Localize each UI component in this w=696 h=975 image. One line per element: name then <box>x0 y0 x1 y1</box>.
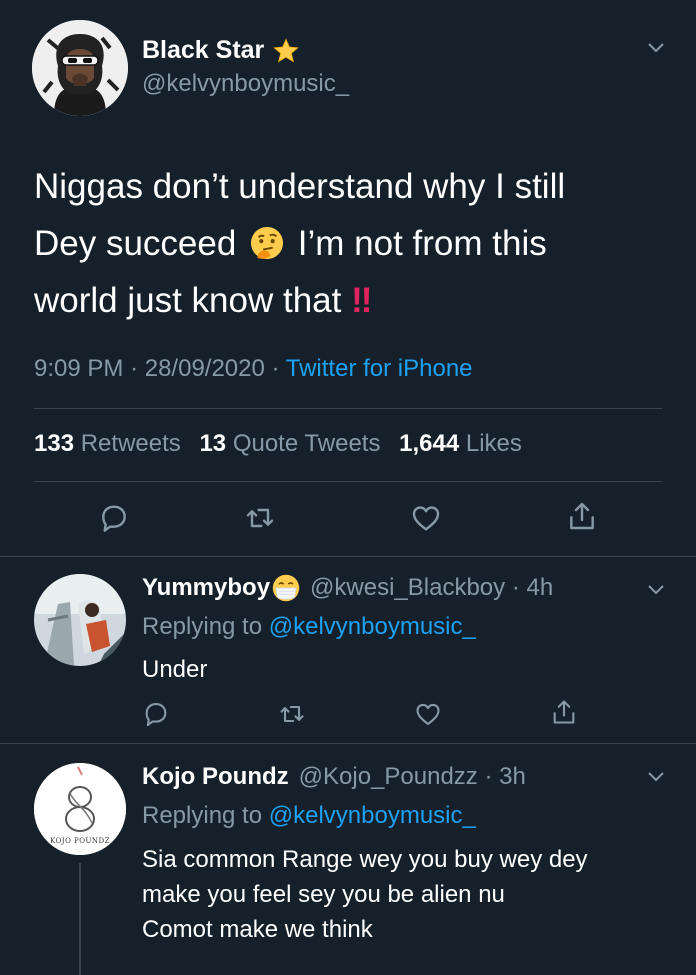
meta-separator: · <box>271 355 280 382</box>
tweet-date: 28/09/2020 <box>144 355 265 382</box>
tweet-text-segment: Dey succeed <box>34 224 237 263</box>
replying-to-prefix: Replying to <box>142 613 263 640</box>
avatar-photo <box>32 20 128 116</box>
divider <box>34 408 662 409</box>
avatar[interactable] <box>34 574 126 666</box>
thinking-emoji-icon <box>251 226 284 260</box>
replying-to: Replying to @kelvynboymusic_ <box>142 802 476 830</box>
main-tweet: Black Star @kelvynboymusic_ Niggas don’t… <box>0 0 696 558</box>
retweets-count: 133 <box>34 430 75 457</box>
likes-stat[interactable]: 1,644 Likes <box>399 430 522 457</box>
tweet-stats: 133 Retweets 13 Quote Tweets 1,644 Likes <box>34 430 522 458</box>
meta-separator: · <box>130 355 139 382</box>
replying-to-mention[interactable]: @kelvynboymusic_ <box>269 802 476 829</box>
tweet-meta: 9:09 PM · 28/09/2020 · Twitter for iPhon… <box>34 355 473 383</box>
quotes-stat[interactable]: 13 Quote Tweets <box>199 430 380 457</box>
reply-display-name[interactable]: Kojo Poundz <box>142 763 289 791</box>
likes-label: Likes <box>465 430 522 457</box>
quotes-count: 13 <box>199 430 227 457</box>
avatar-photo <box>34 574 126 666</box>
tweet-actions <box>0 498 696 542</box>
thread-connector-line <box>79 863 81 975</box>
double-exclamation-emoji: !! <box>351 281 372 320</box>
replying-to-mention[interactable]: @kelvynboymusic_ <box>269 613 476 640</box>
likes-count: 1,644 <box>399 430 460 457</box>
retweet-icon[interactable] <box>278 700 306 728</box>
avatar[interactable]: KOJO POUNDZ <box>34 763 126 855</box>
reply-icon[interactable] <box>98 502 130 534</box>
retweet-icon[interactable] <box>244 502 276 534</box>
replying-to-prefix: Replying to <box>142 802 263 829</box>
quotes-label: Quote Tweets <box>232 430 381 457</box>
tweet-text-segment: world just know that <box>34 281 342 320</box>
avatar[interactable] <box>32 20 128 116</box>
reply-handle-time[interactable]: @Kojo_Poundzz · 3h <box>299 763 526 791</box>
chevron-down-icon[interactable] <box>646 580 666 600</box>
retweets-label: Retweets <box>80 430 181 457</box>
reply-text-line: Sia common Range wey you buy wey dey <box>142 846 588 873</box>
reply-text-line: make you feel sey you be alien nu <box>142 881 505 908</box>
reply-text: Sia common Range wey you buy wey dey mak… <box>142 842 662 947</box>
reply-text: Under <box>142 656 208 683</box>
logo-text: KOJO POUNDZ <box>50 837 110 845</box>
reply-actions <box>0 700 696 730</box>
chevron-down-icon[interactable] <box>646 38 666 58</box>
replying-to: Replying to @kelvynboymusic_ <box>142 613 476 641</box>
reply-tweet[interactable]: Yummyboy @kwesi_Blackboy · 4h Replying t… <box>0 558 696 743</box>
tweet-text-segment: I’m not from this <box>297 224 547 263</box>
like-icon[interactable] <box>414 700 442 728</box>
divider <box>34 481 662 482</box>
reply-text-line: Comot make we think <box>142 916 373 943</box>
tweet-text-line: Niggas don’t understand why I still <box>34 167 566 206</box>
star-emoji-icon <box>273 37 300 62</box>
share-icon[interactable] <box>566 500 598 532</box>
reply-display-name[interactable]: Yummyboy <box>142 574 270 602</box>
like-icon[interactable] <box>410 502 442 534</box>
author-handle[interactable]: @kelvynboymusic_ <box>142 70 349 98</box>
author-name-line[interactable]: Black Star <box>142 36 300 65</box>
retweets-stat[interactable]: 133 Retweets <box>34 430 181 457</box>
reply-author-line: Yummyboy @kwesi_Blackboy · 4h <box>142 574 553 602</box>
reply-handle-time[interactable]: @kwesi_Blackboy · 4h <box>310 574 553 602</box>
divider <box>0 556 696 557</box>
tweet-source-link[interactable]: Twitter for iPhone <box>286 355 473 382</box>
reply-icon[interactable] <box>142 700 170 728</box>
author-display-name[interactable]: Black Star <box>142 36 264 65</box>
share-icon[interactable] <box>550 698 578 726</box>
chevron-down-icon[interactable] <box>646 767 666 787</box>
tweet-text-line: Dey succeed I’m not from this <box>34 215 654 272</box>
divider <box>0 743 696 744</box>
reply-tweet[interactable]: KOJO POUNDZ Kojo Poundz @Kojo_Poundzz · … <box>0 745 696 975</box>
reply-author-line: Kojo Poundz @Kojo_Poundzz · 3h <box>142 763 526 791</box>
tweet-thread-page: Black Star @kelvynboymusic_ Niggas don’t… <box>0 0 696 975</box>
tweet-time: 9:09 PM <box>34 355 124 382</box>
tweet-text-line: world just know that !! <box>34 272 654 329</box>
mask-emoji-icon <box>272 574 300 602</box>
tweet-text: Niggas don’t understand why I still Dey … <box>34 158 654 329</box>
